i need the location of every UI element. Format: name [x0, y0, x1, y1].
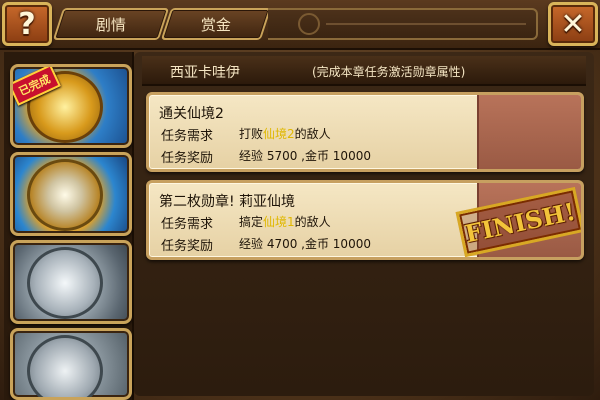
- medal-slot-2[interactable]: [10, 152, 132, 236]
- task-card: 第二枚勋章! 莉亚仙境 任务需求 搞定仙境1的敌人 任务奖励 经验 4700 ,…: [146, 180, 584, 260]
- task-title: 通关仙境2: [159, 106, 224, 122]
- divider: [326, 23, 526, 25]
- tab-label: 赏金: [200, 15, 231, 34]
- tab-label: 剧情: [95, 15, 126, 34]
- medal-slot-4[interactable]: [10, 328, 132, 400]
- tab-story[interactable]: 剧情: [52, 8, 170, 40]
- close-icon: ✕: [560, 6, 586, 42]
- reward-label: 任务奖励: [161, 151, 214, 166]
- requirement-label: 任务需求: [161, 129, 214, 144]
- requirement-prefix: 搞定: [239, 215, 264, 229]
- skull-medal-icon: [27, 159, 103, 231]
- game-window: ? 剧情 赏金 ✕ 已完成 西亚卡哇伊 (完成本章任务激活勋章属性) 通关仙境2…: [0, 0, 600, 400]
- task-card: 通关仙境2 任务需求 打败仙境2的敌人 任务奖励 经验 5700 ,金币 100…: [146, 92, 584, 172]
- tab-bounty[interactable]: 赏金: [160, 8, 272, 40]
- medal-list: 已完成: [4, 52, 134, 400]
- panel-header: 西亚卡哇伊 (完成本章任务激活勋章属性): [142, 56, 586, 86]
- tab-strip-decoration: [268, 8, 538, 40]
- requirement-value: 打败仙境2的敌人: [239, 125, 331, 142]
- silver-medal-icon: [27, 247, 103, 319]
- medal-slot-3[interactable]: [10, 240, 132, 324]
- medal-slot-1[interactable]: 已完成: [10, 64, 132, 148]
- reward-label: 任务奖励: [161, 239, 214, 254]
- silver-beast-medal-icon: [27, 335, 103, 397]
- ornament-icon: [298, 13, 320, 35]
- reward-value: 经验 4700 ,金币 10000: [239, 237, 371, 251]
- question-mark-icon: ?: [18, 6, 36, 42]
- requirement-highlight: 仙境1: [263, 215, 295, 229]
- requirement-suffix: 的敌人: [294, 127, 331, 141]
- task-panel: 西亚卡哇伊 (完成本章任务激活勋章属性) 通关仙境2 任务需求 打败仙境2的敌人…: [134, 52, 594, 396]
- requirement-value: 搞定仙境1的敌人: [239, 213, 331, 230]
- medal-name: 西亚卡哇伊: [170, 65, 240, 81]
- requirement-label: 任务需求: [161, 217, 214, 232]
- top-bar: ? 剧情 赏金 ✕: [0, 0, 600, 50]
- requirement-highlight: 仙境2: [263, 127, 295, 141]
- requirement-prefix: 打败: [239, 127, 264, 141]
- requirement-suffix: 的敌人: [294, 215, 331, 229]
- medal-hint: (完成本章任务激活勋章属性): [312, 65, 466, 79]
- status-zone: [477, 95, 581, 169]
- task-title: 第二枚勋章! 莉亚仙境: [159, 194, 296, 210]
- help-button[interactable]: ?: [2, 2, 52, 46]
- close-button[interactable]: ✕: [548, 2, 598, 46]
- reward-value: 经验 5700 ,金币 10000: [239, 149, 371, 163]
